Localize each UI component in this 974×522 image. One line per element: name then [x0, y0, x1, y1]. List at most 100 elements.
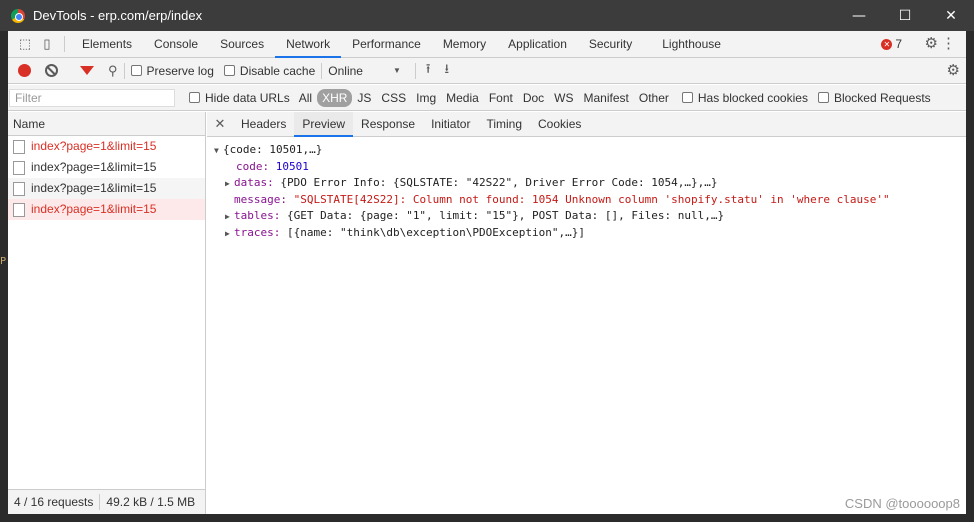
throttling-value: Online: [328, 63, 363, 78]
checkbox-box[interactable]: [189, 92, 200, 103]
transfer-size: 49.2 kB / 1.5 MB: [106, 495, 196, 509]
export-har-icon[interactable]: ⭳: [444, 60, 449, 82]
divider: [123, 62, 125, 79]
has-blocked-cookies-label: Has blocked cookies: [697, 90, 808, 105]
json-key: code:: [236, 160, 270, 173]
divider: [321, 62, 323, 79]
background-editor-strip: P: [0, 31, 8, 522]
divider: [414, 62, 416, 79]
chrome-icon: [11, 8, 25, 23]
name-column-header[interactable]: Name: [8, 112, 205, 136]
tab-application[interactable]: Application: [497, 31, 578, 58]
filter-type-css[interactable]: CSS: [376, 89, 411, 107]
tab-security[interactable]: Security: [578, 31, 643, 58]
clear-icon[interactable]: [45, 64, 58, 77]
expand-triangle-icon[interactable]: ▶: [225, 226, 234, 242]
expand-triangle-icon[interactable]: ▶: [225, 209, 234, 225]
settings-gear-icon[interactable]: ⚙: [925, 34, 938, 52]
close-icon[interactable]: ✕: [207, 116, 233, 132]
disable-cache-label: Disable cache: [239, 63, 316, 78]
minimize-button[interactable]: —: [836, 0, 882, 31]
checkbox-box[interactable]: [817, 92, 829, 103]
window-title: DevTools - erp.com/erp/index: [33, 8, 203, 23]
filter-type-font[interactable]: Font: [484, 89, 518, 107]
filter-type-xhr[interactable]: XHR: [317, 88, 353, 107]
tab-network[interactable]: Network: [275, 30, 342, 58]
close-window-button[interactable]: ✕: [928, 0, 974, 31]
tab-console[interactable]: Console: [143, 31, 209, 58]
chevron-down-icon: ▼: [392, 66, 401, 75]
tab-headers[interactable]: Headers: [233, 112, 294, 137]
filter-type-other[interactable]: Other: [634, 89, 674, 107]
filter-type-manifest[interactable]: Manifest: [579, 89, 634, 107]
checkbox-box[interactable]: [223, 65, 235, 76]
request-row-selected[interactable]: index?page=1&limit=15: [8, 199, 205, 220]
filter-type-js[interactable]: JS: [352, 89, 376, 107]
request-name: index?page=1&limit=15: [31, 202, 157, 216]
tab-timing[interactable]: Timing: [478, 112, 530, 137]
maximize-button[interactable]: ☐: [882, 0, 928, 31]
has-blocked-cookies-checkbox[interactable]: Has blocked cookies: [681, 90, 808, 105]
json-traces-row[interactable]: ▶ traces: [{name: "think\db\exception\PDO…: [214, 225, 966, 242]
blocked-requests-checkbox[interactable]: Blocked Requests: [817, 91, 931, 105]
device-toolbar-icon[interactable]: ▯: [36, 33, 58, 55]
tab-lighthouse[interactable]: Lighthouse: [651, 31, 732, 58]
error-counter[interactable]: ✕ 7: [881, 37, 902, 51]
expand-triangle-icon[interactable]: ▶: [225, 176, 234, 192]
filter-type-doc[interactable]: Doc: [518, 89, 549, 107]
request-detail-panel: ✕ Headers Preview Response Initiator Tim…: [207, 111, 966, 514]
filter-type-ws[interactable]: WS: [549, 89, 578, 107]
hide-data-urls-label: Hide data URLs: [205, 90, 290, 105]
search-icon[interactable]: ⚲: [108, 63, 118, 79]
tab-memory[interactable]: Memory: [432, 31, 497, 58]
tab-initiator[interactable]: Initiator: [423, 112, 478, 137]
detail-tabs-bar: ✕ Headers Preview Response Initiator Tim…: [207, 111, 966, 137]
filter-type-img[interactable]: Img: [411, 89, 441, 107]
checkbox-box[interactable]: [681, 92, 693, 103]
json-preview: ▼ {code: 10501,…} code: 10501 ▶ datas: {PD…: [207, 137, 966, 242]
record-icon[interactable]: [18, 64, 31, 77]
request-name: index?page=1&limit=15: [31, 160, 157, 174]
filter-type-all[interactable]: All: [294, 89, 317, 107]
request-list-panel: Name index?page=1&limit=15 index?page=1&…: [8, 112, 206, 514]
json-message-row: message: "SQLSTATE[42S22]: Column not fo…: [214, 192, 966, 208]
network-settings-icon[interactable]: ⚙: [947, 61, 960, 79]
network-status-bar: 4 / 16 requests 49.2 kB / 1.5 MB: [8, 489, 205, 514]
json-tables-row[interactable]: ▶ tables: {GET Data: {page: "1", limit: "…: [214, 208, 966, 225]
json-key: datas:: [234, 176, 274, 189]
disable-cache-checkbox[interactable]: Disable cache: [223, 63, 316, 78]
json-key: tables:: [234, 209, 281, 222]
json-root-row[interactable]: ▼ {code: 10501,…}: [214, 142, 966, 159]
tab-cookies[interactable]: Cookies: [530, 112, 589, 137]
json-code-row: code: 10501: [214, 159, 966, 175]
tab-sources[interactable]: Sources: [209, 31, 275, 58]
preserve-log-checkbox[interactable]: Preserve log: [130, 63, 214, 78]
error-icon: ✕: [881, 38, 893, 50]
json-value: 10501: [275, 160, 309, 173]
hide-data-urls-checkbox[interactable]: Hide data URLs: [189, 91, 290, 105]
request-row[interactable]: index?page=1&limit=15: [8, 178, 205, 199]
json-value: {GET Data: {page: "1", limit: "15"}, POS…: [286, 209, 725, 222]
checkbox-box[interactable]: [130, 65, 142, 76]
tab-preview[interactable]: Preview: [294, 111, 354, 137]
request-row[interactable]: index?page=1&limit=15: [8, 157, 205, 178]
more-options-icon[interactable]: ⋮: [941, 34, 956, 52]
filter-input[interactable]: Filter: [9, 88, 175, 107]
file-icon: [13, 202, 25, 217]
tab-elements[interactable]: Elements: [71, 31, 143, 58]
tab-performance[interactable]: Performance: [341, 31, 432, 58]
tab-response[interactable]: Response: [353, 112, 423, 137]
filter-icon[interactable]: [80, 66, 94, 75]
json-key: traces:: [234, 226, 281, 239]
import-har-icon[interactable]: ⭱: [426, 60, 431, 82]
request-row[interactable]: index?page=1&limit=15: [8, 136, 205, 157]
throttling-select[interactable]: Online ▼: [328, 64, 401, 78]
json-value: "SQLSTATE[42S22]: Column not found: 1054…: [293, 193, 890, 206]
json-datas-row[interactable]: ▶ datas: {PDO Error Info: {SQLSTATE: "42S…: [214, 175, 966, 192]
expand-triangle-icon[interactable]: ▼: [214, 143, 223, 159]
filter-type-media[interactable]: Media: [441, 89, 484, 107]
preserve-log-label: Preserve log: [146, 63, 214, 78]
error-count: 7: [895, 37, 902, 51]
inspect-element-icon[interactable]: ⬚: [14, 33, 36, 55]
json-value: [{name: "think\db\exception\PDOException…: [286, 226, 585, 239]
